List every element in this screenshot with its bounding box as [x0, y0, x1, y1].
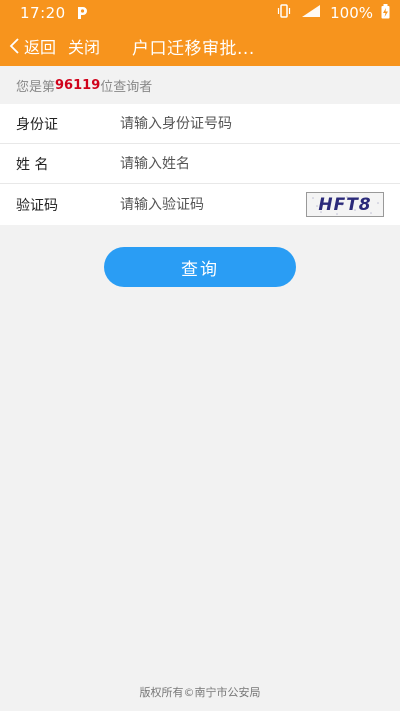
page-title: 户口迁移审批... — [132, 38, 255, 59]
id-input[interactable] — [120, 115, 290, 132]
captcha-image[interactable]: HFT8 — [306, 192, 384, 217]
nav-bar: 返回 关闭 户口迁移审批... — [0, 26, 400, 66]
id-row: 身份证 — [0, 104, 400, 144]
query-form: 身份证 姓 名 验证码 HFT8 — [0, 104, 400, 225]
chevron-left-icon — [8, 37, 22, 55]
back-button[interactable]: 返回 — [8, 34, 56, 58]
code-row: 验证码 HFT8 — [0, 184, 400, 225]
query-button[interactable]: 查询 — [104, 247, 296, 287]
battery-charging-icon — [381, 3, 390, 23]
code-input[interactable] — [120, 196, 290, 213]
visitor-counter: 您是第 96119 位查询者 — [0, 66, 400, 104]
id-label: 身份证 — [16, 116, 58, 133]
p-app-icon — [76, 6, 88, 20]
counter-suffix: 位查询者 — [100, 79, 153, 95]
captcha-text: HFT8 — [318, 194, 372, 215]
name-input[interactable] — [120, 155, 290, 172]
status-right: 100% — [276, 3, 390, 23]
name-label: 姓 名 — [16, 156, 49, 173]
code-label: 验证码 — [16, 197, 58, 214]
counter-prefix: 您是第 — [16, 79, 56, 95]
signal-icon — [300, 4, 322, 22]
battery-percent: 100% — [330, 4, 373, 22]
vibrate-icon — [276, 4, 292, 22]
status-bar: 17:20 100% — [0, 0, 400, 26]
name-row: 姓 名 — [0, 144, 400, 184]
status-time: 17:20 — [20, 4, 66, 22]
back-label: 返回 — [24, 38, 57, 57]
counter-number: 96119 — [55, 77, 101, 93]
close-button[interactable]: 关闭 — [68, 34, 100, 58]
footer-copyright: 版权所有©南宁市公安局 — [139, 686, 261, 699]
